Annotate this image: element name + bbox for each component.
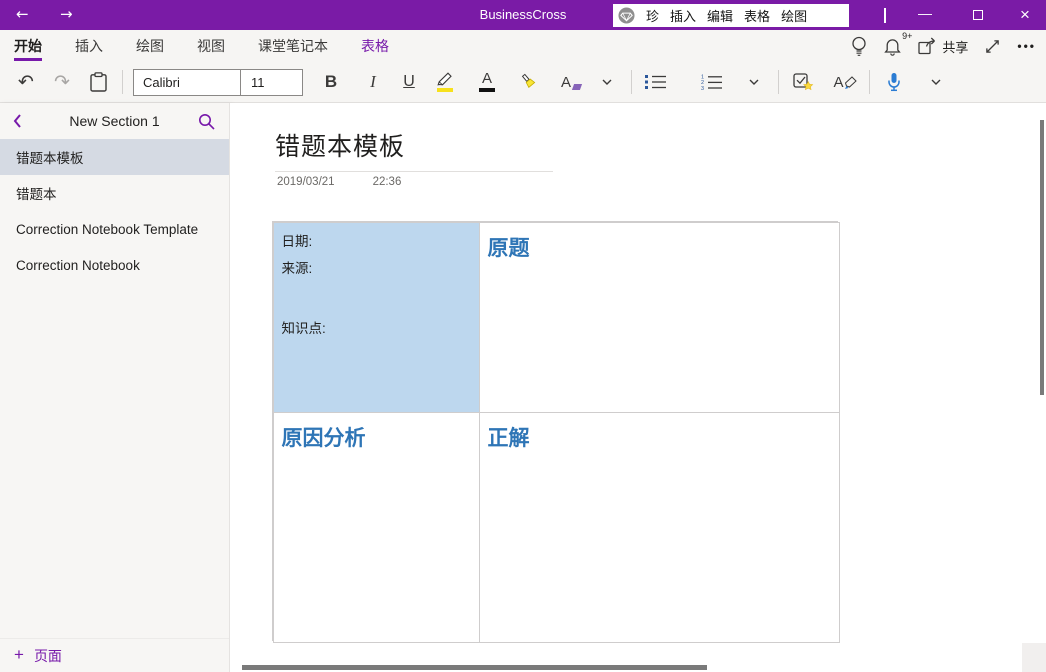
styles-button[interactable]: A [831, 66, 859, 98]
lists-more-chevron[interactable] [740, 66, 768, 98]
chevron-down-icon [931, 79, 941, 85]
sidebar-header: New Section 1 [0, 103, 229, 139]
numbered-list-button[interactable]: 1 2 3 [698, 66, 726, 98]
undo-button[interactable]: ↶ [12, 66, 40, 98]
underline-button[interactable]: U [395, 66, 423, 98]
tab-view[interactable]: 视图 [197, 30, 225, 62]
notifications-bell-icon[interactable]: 9+ [884, 37, 901, 56]
page-list-item[interactable]: Correction Notebook Template [0, 211, 229, 247]
section-back-chevron-icon[interactable] [12, 113, 22, 129]
format-painter-button[interactable] [515, 66, 543, 98]
paste-button[interactable] [84, 66, 112, 98]
tab-home[interactable]: 开始 [14, 30, 42, 62]
chevron-down-icon [602, 79, 612, 85]
todo-tag-star-icon [793, 73, 814, 91]
font-color-button[interactable]: A [473, 66, 501, 98]
highlighter-pen-icon [437, 72, 454, 86]
ime-menu-item[interactable]: 表格 [744, 6, 770, 25]
page-list-item[interactable]: 错题本模板 [0, 139, 229, 175]
table-cell-original-question[interactable]: 原题 [479, 222, 840, 413]
maximize-icon [973, 10, 983, 20]
font-color-bar [479, 88, 495, 92]
font-size-select[interactable]: 11 [240, 69, 303, 96]
page-list-item[interactable]: Correction Notebook [0, 247, 229, 283]
ime-menu-item[interactable]: 绘图 [781, 6, 807, 25]
add-page-button[interactable]: + 页面 [0, 638, 229, 672]
ime-toolbar: 珍 插入 编辑 表格 绘图 [613, 4, 849, 27]
titlebar: ← → BusinessCross 珍 插入 编辑 表格 绘图 — × [0, 0, 1046, 30]
tab-class-notebook[interactable]: 课堂笔记本 [258, 30, 328, 62]
share-icon [918, 37, 937, 55]
clear-formatting-button[interactable]: A [557, 66, 585, 98]
table-cell-correct-answer[interactable]: 正解 [479, 412, 840, 643]
ime-menu-item[interactable]: 珍 [646, 6, 659, 25]
page-sidebar: New Section 1 错题本模板 错题本 Correction Noteb… [0, 103, 230, 672]
ime-menu-item[interactable]: 编辑 [707, 6, 733, 25]
title-divider [275, 171, 553, 172]
font-name-select[interactable]: Calibri [133, 69, 241, 96]
share-button[interactable]: 共享 [918, 37, 968, 56]
nav-back-icon[interactable]: ← [16, 5, 29, 23]
table-cell-info[interactable]: 日期: 来源: 知识点: [273, 222, 480, 413]
ribbon-tab-row: 开始 插入 绘图 视图 课堂笔记本 表格 9+ 共享 ••• [0, 30, 1046, 62]
clipboard-icon [90, 72, 107, 92]
note-canvas[interactable]: 错题本模板 2019/03/21 22:36 日期: 来源: 知识点: 原题 原因… [230, 103, 1046, 672]
text-caret [884, 8, 886, 23]
correction-table[interactable]: 日期: 来源: 知识点: 原题 原因分析 正解 [272, 221, 838, 641]
format-painter-brush-icon [519, 73, 540, 92]
page-time: 22:36 [373, 176, 402, 188]
page-title[interactable]: 错题本模板 [275, 127, 405, 163]
plus-icon: + [14, 645, 24, 665]
tab-insert[interactable]: 插入 [75, 30, 103, 62]
bullet-list-button[interactable] [642, 66, 670, 98]
scrollbar-corner [1022, 643, 1046, 672]
page-date: 2019/03/21 [277, 176, 335, 188]
styles-brush-icon [844, 76, 857, 90]
dictate-more-chevron[interactable] [922, 66, 950, 98]
italic-button[interactable]: I [359, 66, 387, 98]
ime-menu-item[interactable]: 插入 [670, 6, 696, 25]
close-button[interactable]: × [1008, 0, 1042, 30]
page-meta: 2019/03/21 22:36 [277, 176, 401, 188]
table-cell-cause-analysis[interactable]: 原因分析 [273, 412, 480, 643]
svg-text:3: 3 [701, 85, 704, 90]
notifications-badge: 9+ [902, 31, 912, 41]
vertical-scrollbar[interactable] [1040, 120, 1044, 395]
highlight-button[interactable] [431, 66, 459, 98]
maximize-button[interactable] [961, 0, 995, 30]
todo-tag-button[interactable] [789, 66, 817, 98]
formatting-toolbar: ↶ ↷ Calibri 11 B I U A A [0, 62, 1046, 103]
bullet-list-icon [645, 74, 667, 90]
bold-button[interactable]: B [317, 66, 345, 98]
eraser-icon [572, 84, 582, 90]
redo-button[interactable]: ↷ [48, 66, 76, 98]
page-list-item[interactable]: 错题本 [0, 175, 229, 211]
more-options-ellipsis[interactable]: ••• [1017, 39, 1036, 53]
tellme-lightbulb-icon[interactable] [851, 36, 867, 57]
chevron-down-icon [749, 79, 759, 85]
search-icon[interactable] [198, 113, 215, 130]
tab-draw[interactable]: 绘图 [136, 30, 164, 62]
ime-logo-icon [618, 7, 635, 24]
dictate-button[interactable] [880, 66, 908, 98]
horizontal-scrollbar[interactable] [242, 665, 707, 670]
tab-table[interactable]: 表格 [361, 30, 389, 62]
fullscreen-expand-icon[interactable] [985, 39, 1000, 54]
microphone-icon [887, 72, 901, 92]
minimize-button[interactable]: — [908, 0, 942, 30]
section-title: New Section 1 [69, 113, 159, 129]
nav-forward-icon[interactable]: → [60, 5, 73, 23]
highlight-color-bar [437, 88, 453, 92]
numbered-list-icon: 1 2 3 [701, 74, 723, 91]
app-title: BusinessCross [480, 7, 567, 22]
formatting-more-chevron[interactable] [593, 66, 621, 98]
